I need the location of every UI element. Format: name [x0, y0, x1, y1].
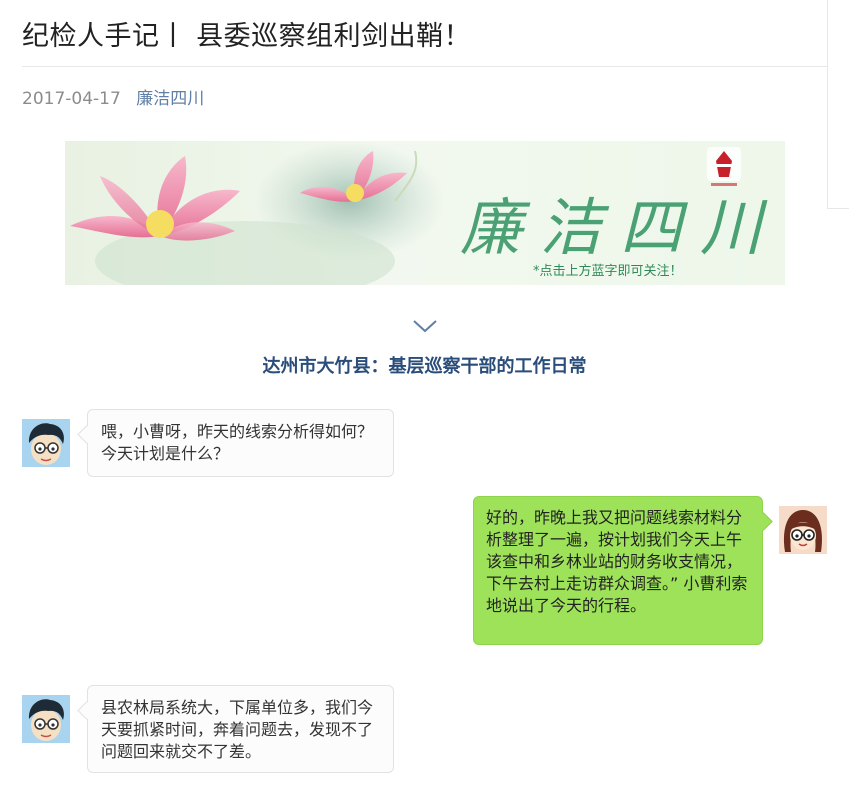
account-link[interactable]: 廉洁四川 — [136, 89, 204, 109]
banner-caption: *点击上方蓝字即可关注！ — [533, 263, 683, 279]
message-text: 好的，昨晚上我又把问题线索材料分析整理了一遍，按计划我们今天上午该查中和乡林业站… — [486, 508, 748, 615]
chat-bubble-incoming: 喂，小曹呀，昨天的线索分析得如何？今天计划是什么？ — [77, 409, 394, 477]
male-avatar-icon — [22, 419, 70, 467]
svg-text:廉洁四川: 廉洁四川 — [460, 191, 780, 264]
bubble-tail — [77, 701, 96, 720]
bubble-tail — [77, 425, 96, 444]
brand-calligraphy: 廉洁四川 — [460, 191, 780, 264]
chevron-down-icon — [413, 320, 437, 333]
message-text: 喂，小曹呀，昨天的线索分析得如何？今天计划是什么？ — [101, 422, 374, 463]
section-heading: 达州市大竹县：基层巡察干部的工作日常 — [262, 356, 587, 377]
publish-date: 2017-04-17 — [22, 89, 121, 109]
banner-image[interactable]: 廉洁四川 *点击上方蓝字即可关注！ — [65, 141, 785, 285]
chat-bubble-incoming: 县农林局系统大，下属单位多，我们今天要抓紧时间，奔着问题去，发现不了问题回来就交… — [77, 685, 394, 773]
message-text: 县农林局系统大，下属单位多，我们今天要抓紧时间，奔着问题去，发现不了问题回来就交… — [101, 698, 374, 761]
article-meta: 2017-04-17 廉洁四川 — [22, 84, 204, 109]
title-divider — [22, 66, 828, 67]
sidebar-border — [827, 0, 849, 209]
female-avatar-icon — [779, 506, 827, 554]
bubble-tail — [754, 512, 773, 531]
male-avatar-icon — [22, 695, 70, 743]
emblem-icon — [707, 147, 741, 186]
chat-bubble-outgoing: 好的，昨晚上我又把问题线索材料分析整理了一遍，按计划我们今天上午该查中和乡林业站… — [473, 496, 773, 645]
article-title: 纪检人手记丨 县委巡察组利剑出鞘！ — [22, 21, 472, 52]
